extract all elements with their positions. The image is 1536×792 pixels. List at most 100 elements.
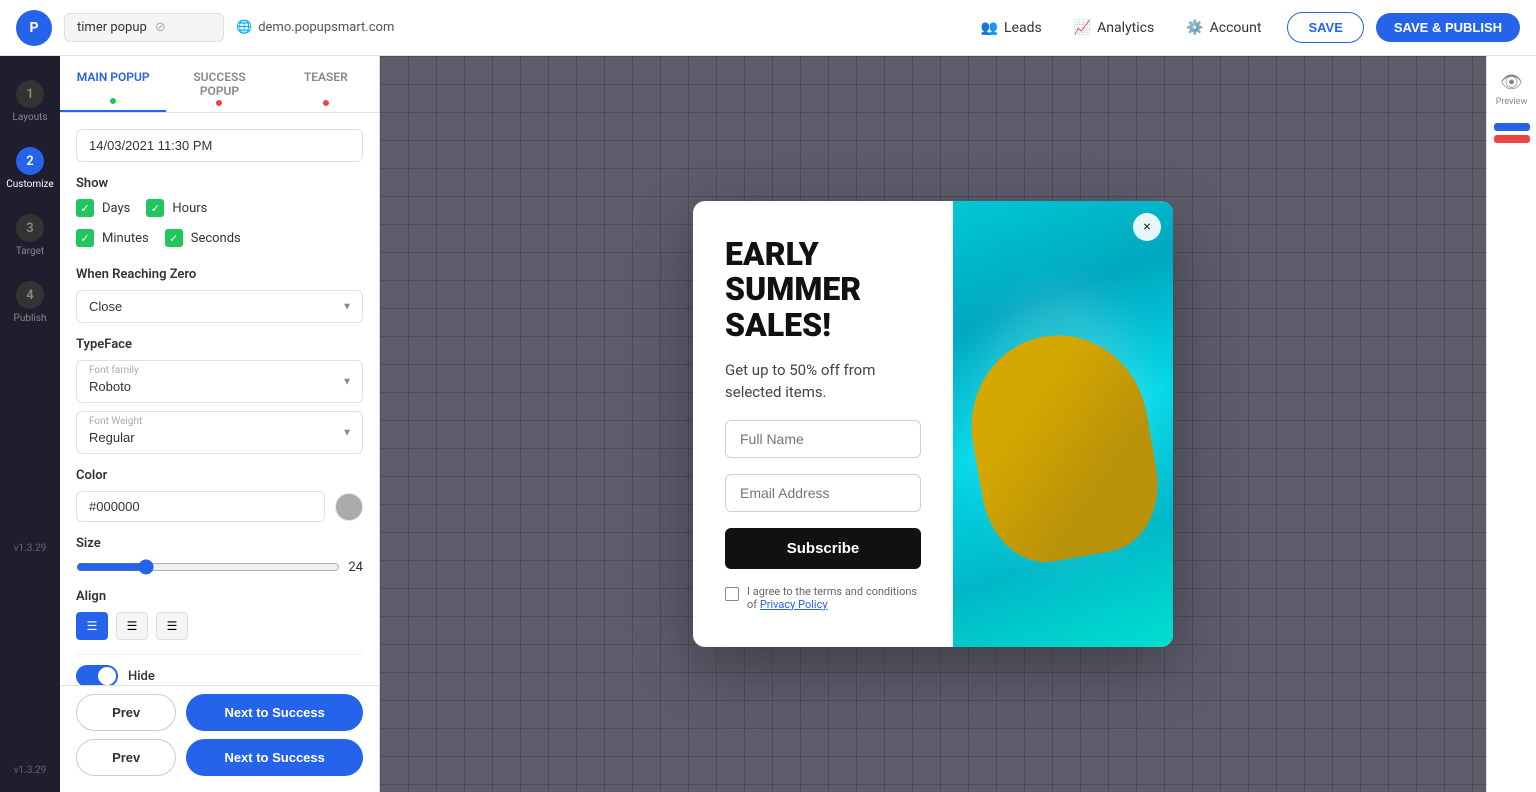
font-weight-wrap: Font Weight Regular Bold Light ▼ (76, 411, 363, 454)
preview-dot-blue (1494, 123, 1530, 131)
account-icon: ⚙️ (1186, 20, 1203, 36)
typeface-field: TypeFace Font family Roboto Arial Inter … (76, 337, 363, 454)
panel-tabs: MAIN POPUP SUCCESS POPUP TEASER (60, 56, 379, 113)
reaching-zero-field: When Reaching Zero Close Hide Restart ▼ (76, 267, 363, 323)
show-section: Show ✓ Days ✓ Hours ✓ Minutes ✓ Seco (76, 176, 363, 253)
nav-links: 👥 Leads 📈 Analytics ⚙️ Account (967, 12, 1276, 44)
popup-full-name-input[interactable] (725, 420, 921, 458)
popup-email-input[interactable] (725, 474, 921, 512)
color-label: Color (76, 468, 363, 483)
color-row (76, 491, 363, 522)
size-label: Size (76, 536, 363, 551)
align-label: Align (76, 589, 363, 604)
panel-footer: Prev Next to Success Prev Next to Succes… (60, 685, 379, 792)
minutes-checkbox[interactable]: ✓ (76, 229, 94, 247)
popup-subtitle: Get up to 50% off from selected items. (725, 359, 921, 404)
popup-left-panel: EARLY SUMMER SALES! Get up to 50% off fr… (693, 201, 953, 647)
days-checkbox[interactable]: ✓ (76, 199, 94, 217)
right-sidebar: 👁 Preview (1486, 56, 1536, 792)
leads-icon: 👥 (981, 20, 998, 36)
topbar: P timer popup ⊘ 🌐 demo.popupsmart.com 👥 … (0, 0, 1536, 56)
color-input[interactable] (76, 491, 325, 522)
align-center-button[interactable]: ☰ (116, 612, 148, 640)
pool-image (953, 201, 1173, 647)
hide-toggle-label: Hide (128, 669, 155, 684)
font-family-wrap: Font family Roboto Arial Inter ▼ (76, 360, 363, 403)
align-left-button[interactable]: ☰ (76, 612, 108, 640)
preview-dot-red (1494, 135, 1530, 143)
tab-success-popup[interactable]: SUCCESS POPUP (166, 56, 272, 112)
font-weight-select[interactable]: Regular Bold Light (77, 428, 362, 453)
show-seconds: ✓ Seconds (165, 229, 241, 247)
font-weight-hint: Font Weight (77, 412, 362, 427)
prev-button-2[interactable]: Prev (76, 739, 176, 776)
tab-success-popup-dot (216, 100, 222, 106)
size-row: 24 (76, 559, 363, 575)
show-days: ✓ Days (76, 199, 130, 217)
account-link[interactable]: ⚙️ Account (1172, 12, 1275, 44)
tab-teaser-dot (323, 100, 329, 106)
left-sidebar: 1 Layouts 2 Customize 3 Target 4 Publish… (0, 56, 60, 792)
font-family-hint: Font family (77, 361, 362, 376)
next-button-2[interactable]: Next to Success (186, 739, 363, 776)
analytics-icon: 📈 (1074, 20, 1091, 36)
datetime-input[interactable] (76, 129, 363, 162)
align-field: Align ☰ ☰ ☰ (76, 589, 363, 640)
domain-field: 🌐 demo.popupsmart.com (236, 20, 394, 35)
font-family-chevron-icon: ▼ (342, 376, 352, 387)
seconds-checkbox[interactable]: ✓ (165, 229, 183, 247)
project-name-field[interactable]: timer popup ⊘ (64, 13, 224, 42)
tab-teaser[interactable]: TEASER (273, 56, 379, 112)
color-swatch[interactable] (335, 493, 363, 521)
step-publish[interactable]: 4 Publish (5, 273, 55, 332)
footer-row-1: Prev Next to Success (76, 694, 363, 731)
align-right-button[interactable]: ☰ (156, 612, 188, 640)
leads-link[interactable]: 👥 Leads (967, 12, 1056, 44)
save-button[interactable]: SAVE (1287, 12, 1363, 43)
show-minutes: ✓ Minutes (76, 229, 149, 247)
tab-main-popup-dot (110, 98, 116, 104)
publish-button[interactable]: SAVE & PUBLISH (1376, 13, 1520, 42)
reaching-zero-select-wrap: Close Hide Restart ▼ (76, 290, 363, 323)
show-label: Show (76, 176, 363, 191)
size-value: 24 (348, 560, 363, 575)
hours-checkbox[interactable]: ✓ (146, 199, 164, 217)
hide-toggle[interactable] (76, 665, 118, 685)
footer-row-2: Prev Next to Success (76, 739, 363, 776)
popup-right-panel (953, 201, 1173, 647)
hide-toggle-row: Hide (76, 654, 363, 685)
step-layouts[interactable]: 1 Layouts (5, 72, 55, 131)
chevron-down-icon: ▼ (342, 301, 352, 312)
preview-icon-button[interactable]: 👁 Preview (1496, 72, 1527, 107)
font-weight-chevron-icon: ▼ (342, 427, 352, 438)
next-button-1[interactable]: Next to Success (186, 694, 363, 731)
eye-icon: 👁 (1500, 72, 1523, 93)
step-target[interactable]: 3 Target (5, 206, 55, 265)
prev-button-1[interactable]: Prev (76, 694, 176, 731)
preview-indicator (1494, 123, 1530, 143)
datetime-field (76, 129, 363, 162)
privacy-checkbox[interactable] (725, 587, 739, 601)
person-decoration (957, 321, 1169, 571)
version-label-2: v1.3.29 (14, 765, 47, 776)
popup-privacy-row: I agree to the terms and conditions of P… (725, 585, 921, 611)
reaching-zero-label: When Reaching Zero (76, 267, 363, 282)
font-family-select[interactable]: Roboto Arial Inter (77, 377, 362, 402)
analytics-link[interactable]: 📈 Analytics (1060, 12, 1168, 44)
align-row: ☰ ☰ ☰ (76, 612, 363, 640)
tab-main-popup[interactable]: MAIN POPUP (60, 56, 166, 112)
canvas: × EARLY SUMMER SALES! Get up to 50% off … (380, 56, 1486, 792)
color-field: Color (76, 468, 363, 522)
show-hours: ✓ Hours (146, 199, 207, 217)
settings-panel: MAIN POPUP SUCCESS POPUP TEASER Show ✓ D… (60, 56, 380, 792)
popup-subscribe-button[interactable]: Subscribe (725, 528, 921, 569)
panel-content: Show ✓ Days ✓ Hours ✓ Minutes ✓ Seco (60, 113, 379, 685)
version-label: v1.3.29 (14, 543, 47, 554)
reaching-zero-select[interactable]: Close Hide Restart (77, 291, 362, 322)
size-field: Size 24 (76, 536, 363, 575)
step-customize[interactable]: 2 Customize (5, 139, 55, 198)
popup-preview: × EARLY SUMMER SALES! Get up to 50% off … (693, 201, 1173, 647)
popup-title: EARLY SUMMER SALES! (725, 237, 921, 343)
size-slider[interactable] (76, 559, 340, 575)
privacy-policy-link[interactable]: Privacy Policy (760, 598, 828, 611)
